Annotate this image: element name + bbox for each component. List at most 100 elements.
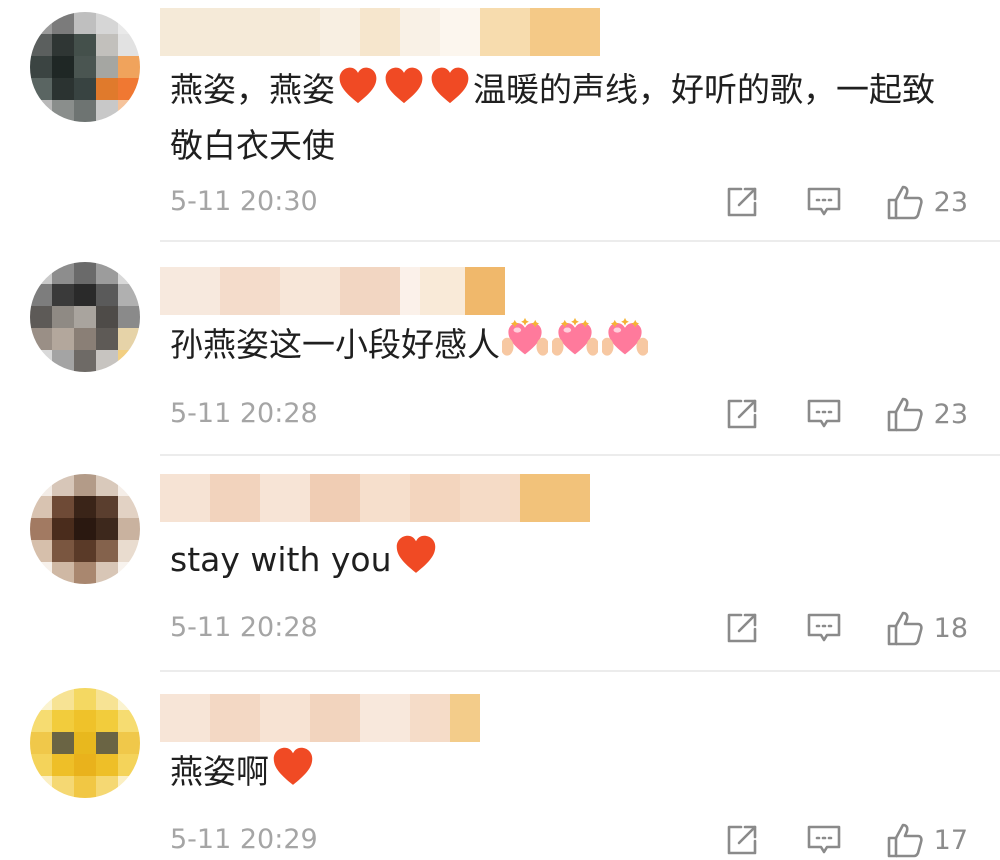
avatar-mosaic-cell bbox=[30, 12, 52, 34]
heart-hands-icon bbox=[602, 317, 648, 356]
avatar-mosaic-cell bbox=[52, 12, 74, 34]
comment-text: 燕姿，燕姿 温暖的声线，好听的歌，一起致敬白衣天使 bbox=[170, 62, 965, 174]
avatar-mosaic-cell bbox=[96, 496, 118, 518]
username-blur-block bbox=[160, 474, 210, 522]
share-button[interactable] bbox=[724, 610, 760, 646]
username-blurred[interactable] bbox=[160, 474, 590, 522]
avatar-mosaic-cell bbox=[30, 688, 52, 710]
avatar-mosaic-cell bbox=[30, 56, 52, 78]
avatar[interactable] bbox=[30, 12, 140, 122]
reply-icon bbox=[806, 396, 842, 432]
username-blur-block bbox=[530, 8, 600, 56]
username-blur-block bbox=[420, 267, 465, 315]
comment-timestamp: 5-11 20:29 bbox=[170, 824, 318, 855]
username-blur-block bbox=[310, 474, 360, 522]
avatar-mosaic-cell bbox=[118, 688, 140, 710]
username-blur-block bbox=[400, 8, 440, 56]
avatar-mosaic-cell bbox=[52, 776, 74, 798]
avatar[interactable] bbox=[30, 688, 140, 798]
avatar-mosaic-cell bbox=[52, 350, 74, 372]
avatar-mosaic-cell bbox=[30, 100, 52, 122]
avatar-mosaic-cell bbox=[74, 328, 96, 350]
like-count: 23 bbox=[933, 186, 968, 218]
avatar-mosaic-cell bbox=[118, 34, 140, 56]
avatar-mosaic-cell bbox=[30, 284, 52, 306]
reply-icon bbox=[806, 184, 842, 220]
comment-item: 孙燕姿这一小段好感人 5-11 20:28 23 bbox=[0, 242, 1000, 456]
avatar-mosaic-cell bbox=[118, 474, 140, 496]
username-blur-block bbox=[160, 8, 320, 56]
like-button[interactable]: 17 bbox=[886, 821, 968, 859]
avatar-mosaic-cell bbox=[52, 328, 74, 350]
username-blur-block bbox=[465, 267, 505, 315]
avatar-mosaic-cell bbox=[96, 710, 118, 732]
avatar-mosaic-cell bbox=[30, 78, 52, 100]
reply-button[interactable] bbox=[806, 822, 842, 858]
avatar-mosaic-cell bbox=[30, 262, 52, 284]
username-blur-block bbox=[340, 267, 400, 315]
reply-button[interactable] bbox=[806, 396, 842, 432]
avatar-mosaic-cell bbox=[52, 496, 74, 518]
like-count: 17 bbox=[933, 824, 968, 856]
comment-item: 燕姿，燕姿 温暖的声线，好听的歌，一起致敬白衣天使 5-11 20:30 23 bbox=[0, 0, 1000, 242]
avatar-mosaic-cell bbox=[30, 350, 52, 372]
like-button[interactable]: 23 bbox=[886, 183, 968, 221]
red-heart-icon bbox=[396, 535, 435, 573]
username-blur-block bbox=[160, 267, 220, 315]
username-blur-block bbox=[220, 267, 280, 315]
avatar-mosaic-cell bbox=[52, 562, 74, 584]
avatar[interactable] bbox=[30, 262, 140, 372]
avatar[interactable] bbox=[30, 474, 140, 584]
share-button[interactable] bbox=[724, 822, 760, 858]
avatar-mosaic-cell bbox=[118, 78, 140, 100]
avatar-mosaic-cell bbox=[74, 56, 96, 78]
comment-text-main: 孙燕姿这一小段好感人 bbox=[170, 325, 500, 364]
username-blurred[interactable] bbox=[160, 267, 505, 315]
avatar-mosaic-cell bbox=[30, 328, 52, 350]
avatar-mosaic-cell bbox=[96, 12, 118, 34]
thumbs-up-icon bbox=[886, 183, 924, 221]
avatar-mosaic-cell bbox=[96, 350, 118, 372]
username-blur-block bbox=[450, 694, 480, 742]
share-button[interactable] bbox=[724, 184, 760, 220]
avatar-mosaic-cell bbox=[96, 262, 118, 284]
avatar-mosaic-cell bbox=[52, 56, 74, 78]
username-blur-block bbox=[480, 8, 530, 56]
avatar-mosaic-cell bbox=[118, 540, 140, 562]
username-blur-block bbox=[360, 694, 410, 742]
comment-actions: 17 bbox=[724, 820, 968, 860]
avatar-mosaic-cell bbox=[118, 496, 140, 518]
avatar-mosaic-cell bbox=[118, 350, 140, 372]
avatar-mosaic-cell bbox=[30, 732, 52, 754]
reply-button[interactable] bbox=[806, 610, 842, 646]
comment-text: 孙燕姿这一小段好感人 bbox=[170, 316, 965, 373]
avatar-mosaic-cell bbox=[30, 518, 52, 540]
username-blurred[interactable] bbox=[160, 8, 600, 56]
like-count: 23 bbox=[933, 398, 968, 430]
username-blur-block bbox=[280, 267, 340, 315]
avatar-mosaic-cell bbox=[118, 100, 140, 122]
avatar-mosaic-cell bbox=[118, 754, 140, 776]
comment-text: stay with you bbox=[170, 532, 965, 588]
username-blur-block bbox=[360, 474, 410, 522]
avatar-mosaic-cell bbox=[52, 100, 74, 122]
avatar-mosaic-cell bbox=[52, 78, 74, 100]
like-button[interactable]: 23 bbox=[886, 395, 968, 433]
avatar-mosaic-cell bbox=[52, 262, 74, 284]
emoji-group bbox=[335, 67, 473, 109]
reply-button[interactable] bbox=[806, 184, 842, 220]
share-icon bbox=[724, 184, 760, 220]
avatar-mosaic-cell bbox=[118, 284, 140, 306]
thumbs-up-icon bbox=[886, 395, 924, 433]
like-button[interactable]: 18 bbox=[886, 609, 968, 647]
avatar-mosaic-cell bbox=[74, 34, 96, 56]
avatar-mosaic-cell bbox=[118, 328, 140, 350]
username-blur-block bbox=[400, 267, 420, 315]
avatar-mosaic-cell bbox=[96, 562, 118, 584]
username-blur-block bbox=[310, 694, 360, 742]
avatar-mosaic-cell bbox=[74, 262, 96, 284]
share-button[interactable] bbox=[724, 396, 760, 432]
share-icon bbox=[724, 822, 760, 858]
username-blurred[interactable] bbox=[160, 694, 480, 742]
username-blur-block bbox=[210, 694, 260, 742]
